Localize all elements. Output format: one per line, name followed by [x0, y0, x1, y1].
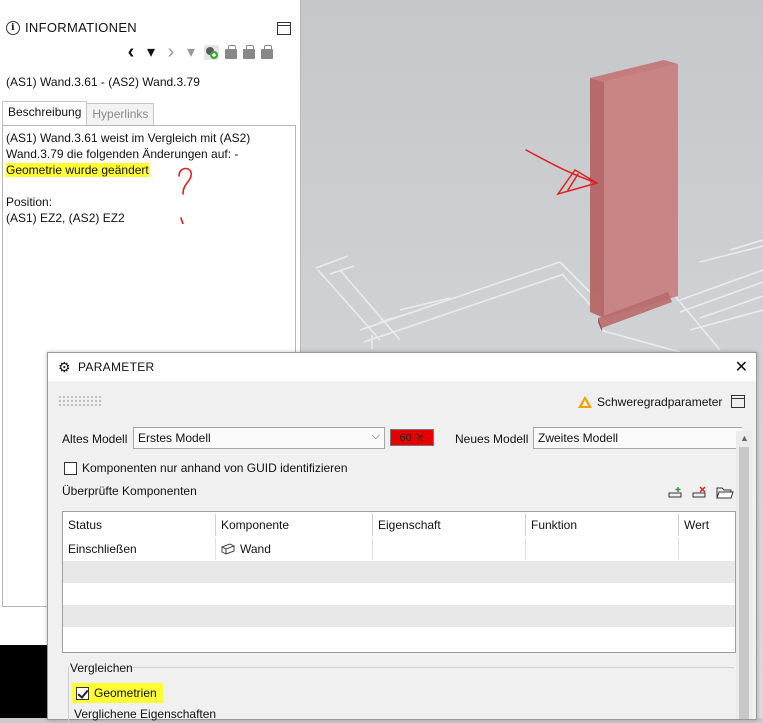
bag-icon[interactable]	[243, 45, 255, 59]
highlighted-change: Geometrie wurde geändert	[6, 163, 149, 177]
history-dropdown-button[interactable]: ▾	[144, 42, 158, 62]
info-panel-header: i INFORMATIONEN	[6, 20, 137, 35]
question-mark-annotation	[178, 167, 192, 224]
compare-group: Vergleichen Geometrien Verglichene Eigen…	[62, 659, 734, 723]
compared-properties-label: Verglichene Eigenschaften	[74, 707, 217, 721]
neues-modell-label: Neues Modell	[455, 432, 529, 446]
position-value: (AS1) EZ2, (AS2) EZ2	[6, 211, 125, 225]
geometry-checkbox-label: Geometrien	[94, 686, 157, 700]
gear-icon: ⚙	[58, 359, 71, 375]
panel-footer-strip	[0, 610, 48, 645]
neues-modell-value: Zweites Modell	[538, 431, 619, 445]
object-select-icon[interactable]	[204, 44, 219, 60]
next-button[interactable]: ›	[164, 42, 178, 62]
altes-modell-label: Altes Modell	[62, 432, 128, 446]
components-table: Status Komponente Eigenschaft Funktion W…	[62, 511, 736, 653]
group-border	[68, 667, 69, 723]
altes-modell-value: Erstes Modell	[138, 431, 211, 445]
geometry-checkbox[interactable]	[76, 686, 89, 700]
description-line: Wand.3.79 die folgenden Änderungen auf: …	[6, 147, 239, 161]
navigation-toolbar: ‹ ▾ › ▾	[124, 42, 273, 62]
match-percent-badge: 60 %	[390, 429, 434, 446]
cell-komponente: Wand	[216, 538, 373, 560]
column-header-eigenschaft[interactable]: Eigenschaft	[373, 514, 526, 536]
checked-components-label: Überprüfte Komponenten	[62, 484, 197, 498]
close-button[interactable]: ✕	[735, 357, 748, 377]
neues-modell-select[interactable]: Zweites Modell	[533, 427, 742, 449]
cell-wert	[679, 538, 735, 560]
previous-button[interactable]: ‹	[124, 42, 138, 62]
scrollbar-thumb[interactable]	[739, 447, 749, 719]
cell-status: Einschließen	[63, 538, 216, 560]
bag-icon[interactable]	[261, 45, 273, 59]
guid-option[interactable]: Komponenten nur anhand von GUID identifi…	[64, 461, 348, 475]
add-row-icon[interactable]	[668, 485, 684, 499]
column-header-komponente[interactable]: Komponente	[216, 514, 373, 536]
warning-triangle-icon	[578, 396, 592, 408]
guid-checkbox-label: Komponenten nur anhand von GUID identifi…	[82, 461, 348, 475]
wall-icon	[221, 543, 235, 555]
table-row-empty	[63, 561, 735, 583]
table-row-empty	[63, 627, 735, 649]
geometry-option[interactable]: Geometrien	[72, 683, 163, 703]
altes-modell-select[interactable]: Erstes Modell ⌵	[133, 427, 385, 449]
column-header-status[interactable]: Status	[63, 514, 216, 536]
component-title: (AS1) Wand.3.61 - (AS2) Wand.3.79	[6, 75, 200, 89]
info-tabs: Beschreibung Hyperlinks	[2, 101, 155, 125]
column-header-wert[interactable]: Wert	[679, 514, 735, 536]
description-line: (AS1) Wand.3.61 weist im Vergleich mit (…	[6, 131, 251, 145]
table-row[interactable]: Einschließen Wand	[63, 538, 735, 560]
tab-hyperlinks[interactable]: Hyperlinks	[87, 103, 155, 125]
cell-eigenschaft	[373, 538, 526, 560]
folder-icon[interactable]	[716, 485, 734, 499]
forward-dropdown-button[interactable]: ▾	[184, 42, 198, 62]
table-row-empty	[63, 583, 735, 605]
info-panel-title: INFORMATIONEN	[25, 20, 137, 35]
cell-funktion	[526, 538, 679, 560]
table-row-empty	[63, 605, 735, 627]
panel-window-icon[interactable]	[277, 22, 291, 35]
model-selection-row: Altes Modell Erstes Modell ⌵ 60 % Neues …	[62, 427, 742, 451]
component-toolbar	[668, 485, 734, 499]
bag-icon[interactable]	[225, 45, 237, 59]
scroll-up-icon[interactable]: ▲	[740, 433, 749, 443]
window-icon[interactable]	[731, 395, 745, 408]
column-header-funktion[interactable]: Funktion	[526, 514, 679, 536]
remove-row-icon[interactable]	[692, 485, 708, 499]
info-icon: i	[6, 20, 20, 35]
compare-group-label: Vergleichen	[70, 661, 133, 675]
parameter-dialog: ⚙ PARAMETER ✕ Schweregradparameter Altes…	[47, 352, 757, 723]
cell-komponente-label: Wand	[240, 542, 271, 556]
tab-beschreibung[interactable]: Beschreibung	[2, 101, 88, 125]
position-label: Position:	[6, 195, 53, 209]
table-header: Status Komponente Eigenschaft Funktion W…	[63, 514, 735, 536]
drag-grip[interactable]	[58, 395, 102, 407]
parameter-titlebar[interactable]: ⚙ PARAMETER ✕	[48, 353, 756, 381]
vertical-scrollbar[interactable]: ▲	[736, 431, 752, 719]
schweregrad-label: Schweregradparameter	[597, 395, 723, 409]
schweregrad-button[interactable]: Schweregradparameter	[578, 395, 722, 409]
parameter-title: PARAMETER	[78, 360, 155, 374]
group-border	[128, 667, 734, 668]
guid-checkbox[interactable]	[64, 461, 77, 475]
chevron-down-icon: ⌵	[371, 430, 380, 442]
